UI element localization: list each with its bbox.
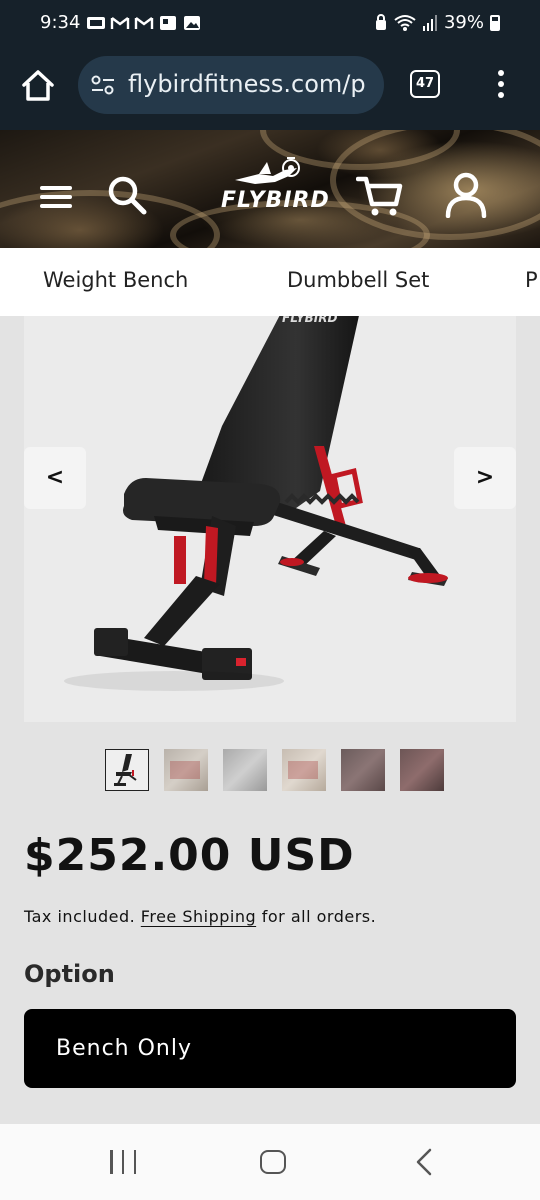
cart-icon[interactable] xyxy=(356,174,404,218)
shipping-suffix-text: for all orders. xyxy=(261,907,377,926)
previous-image-button[interactable]: < xyxy=(24,447,86,509)
search-icon[interactable] xyxy=(106,174,148,216)
gmail-icon xyxy=(110,17,130,29)
status-bar: 9:34 39% xyxy=(0,0,540,48)
home-icon[interactable] xyxy=(18,66,58,106)
site-header: FLYBIRD xyxy=(0,130,540,248)
tax-shipping-note: Tax included. Free Shipping for all orde… xyxy=(24,907,376,926)
gmail-icon xyxy=(134,17,154,29)
category-weight-bench[interactable]: Weight Bench xyxy=(43,268,188,292)
product-gallery[interactable]: FLYBIRD < > xyxy=(24,316,516,722)
status-time: 9:34 xyxy=(40,12,81,33)
product-image: FLYBIRD xyxy=(64,316,448,691)
thumbnail-4[interactable] xyxy=(282,749,326,791)
status-right: 39% xyxy=(374,12,500,33)
image-icon xyxy=(184,16,200,30)
site-settings-icon[interactable] xyxy=(90,75,116,95)
notification-icons xyxy=(86,14,202,32)
thumbnail-5[interactable] xyxy=(341,749,385,791)
wifi-icon xyxy=(394,14,416,31)
menu-icon[interactable] xyxy=(40,186,72,208)
tab-switcher-button[interactable]: 47 xyxy=(410,70,440,98)
product-price: $252.00 USD xyxy=(24,830,355,881)
category-nav: Weight Bench Dumbbell Set P xyxy=(0,248,540,316)
brand-logo[interactable]: FLYBIRD xyxy=(215,154,329,218)
account-icon[interactable] xyxy=(444,172,488,218)
thumbnail-strip xyxy=(105,749,444,791)
photo-icon xyxy=(160,16,176,30)
alarm-icon xyxy=(375,13,386,30)
url-text: flybirdfitness.com/p xyxy=(128,70,366,98)
back-icon[interactable] xyxy=(412,1148,438,1176)
thumbnail-bench-icon xyxy=(114,754,137,786)
home-button-icon[interactable] xyxy=(260,1150,286,1174)
gallery-icon xyxy=(87,17,105,29)
thumbnail-6[interactable] xyxy=(400,749,444,791)
thumbnail-2[interactable] xyxy=(164,749,208,791)
option-bench-only-button[interactable]: Bench Only xyxy=(24,1009,516,1088)
category-dumbbell-set[interactable]: Dumbbell Set xyxy=(287,268,429,292)
option-label: Option xyxy=(24,960,115,988)
next-image-button[interactable]: > xyxy=(454,447,516,509)
tax-text: Tax included. xyxy=(24,907,136,926)
logo-text: FLYBIRD xyxy=(221,188,330,213)
thumbnail-1[interactable] xyxy=(105,749,149,791)
recent-apps-icon[interactable] xyxy=(110,1150,136,1174)
address-bar[interactable]: flybirdfitness.com/p xyxy=(78,56,384,114)
thumbnail-3[interactable] xyxy=(223,749,267,791)
free-shipping-link[interactable]: Free Shipping xyxy=(141,907,256,926)
battery-icon xyxy=(490,14,500,31)
category-more[interactable]: P xyxy=(525,268,538,292)
browser-toolbar: flybirdfitness.com/p 47 xyxy=(0,48,540,130)
system-nav-bar xyxy=(0,1124,540,1200)
bird-logo-icon xyxy=(235,157,300,184)
product-brand-text: FLYBIRD xyxy=(282,316,338,325)
more-options-icon[interactable] xyxy=(494,68,508,102)
signal-icon xyxy=(422,14,437,31)
battery-percent: 39% xyxy=(443,12,484,33)
